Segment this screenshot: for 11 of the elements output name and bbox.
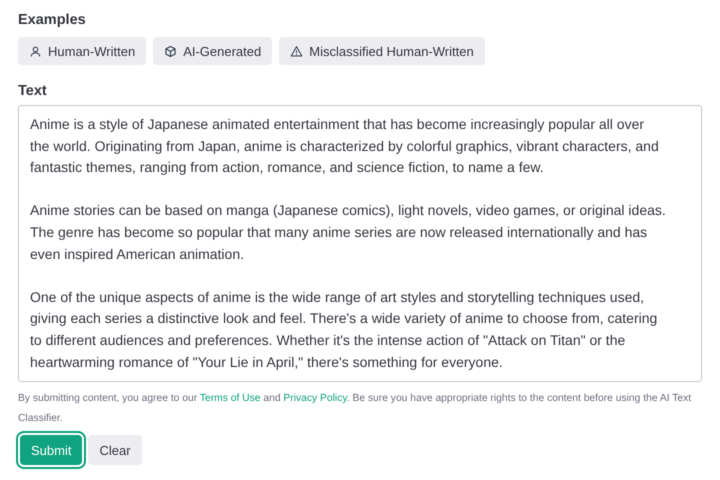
text-field[interactable]: Anime is a style of Japanese animated entertainment that has become increasingly popular all over the world. Originating from Japan, anime is characterized by colorful graphics, vibrant characters, and fantastic themes, ranging from action, romance, and science fiction, to name a few. Anime stories can be based on manga (Japanese comics), light novels, video games, or original ideas. The genre has become so popular that many anime series are now released internationally and has even inspired American animation. One of the unique aspects of anime is the wide range of art styles and storytelling techniques used, giving each series a distinctive look and feel. There's a wide variety of anime to choose from, catering to different audiences and preferences. Whether it's the intense action of "Attack on Titan" or the heartwarming romance of "Your Lie in April," there's something for everyone. <box>18 105 702 382</box>
cube-icon <box>164 44 178 58</box>
example-button[interactable]: AI-Generated <box>153 37 272 65</box>
warning-icon <box>290 44 304 58</box>
example-button[interactable]: Human-Written <box>18 37 146 65</box>
example-button[interactable]: Misclassified Human-Written <box>279 37 485 65</box>
person-icon <box>29 44 42 58</box>
section-heading: Text <box>18 83 48 99</box>
clear-button[interactable]: Clear <box>88 435 142 466</box>
disclaimer-text: By submitting content, you agree to our Terms of Use and Privacy Policy. Be sure you have appropriate rights to the content before using the AI Text Classifier. <box>18 392 692 426</box>
section-heading: Examples <box>18 12 87 28</box>
